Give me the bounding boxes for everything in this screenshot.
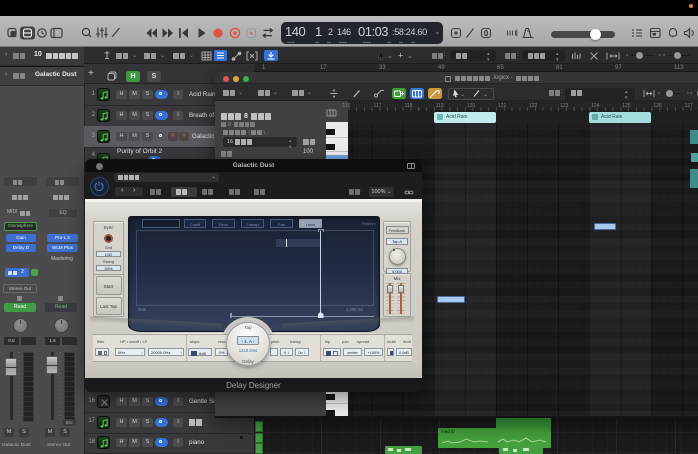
svg-text:⌄: ⌄ (407, 53, 413, 60)
svg-text:⌄: ⌄ (387, 53, 393, 60)
svg-text:+: + (398, 51, 403, 61)
svg-text:⌄: ⌄ (483, 92, 488, 98)
svg-text:⌄: ⌄ (460, 92, 465, 98)
